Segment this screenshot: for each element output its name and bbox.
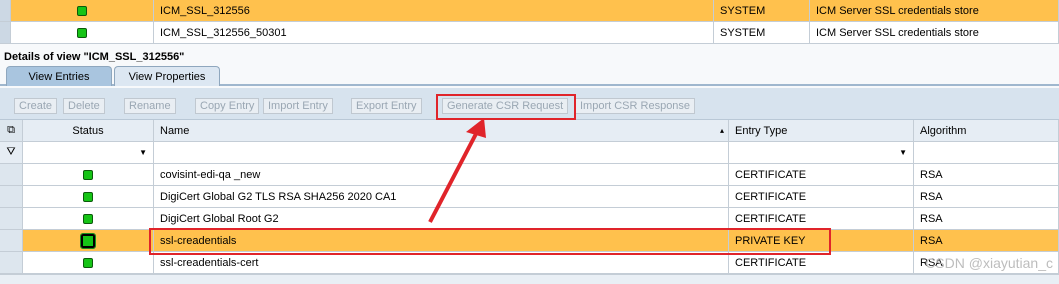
select-all-icon[interactable]: ⧉ xyxy=(0,120,23,142)
status-cell xyxy=(23,208,154,230)
copy-entry-button[interactable]: Copy Entry xyxy=(195,98,260,114)
filter-entry-type[interactable]: ▼ xyxy=(729,142,914,164)
status-green-icon xyxy=(77,5,87,16)
watermark: CSDN @xiayutian_c xyxy=(925,255,1053,271)
status-green-icon xyxy=(77,27,87,38)
store-name: ICM_SSL_312556_50301 xyxy=(154,22,714,44)
column-name-label: Name xyxy=(160,124,190,137)
status-green-icon xyxy=(83,257,93,268)
details-title: Details of view "ICM_SSL_312556" xyxy=(4,51,185,63)
tab-view-properties[interactable]: View Properties xyxy=(114,66,220,86)
store-source: SYSTEM xyxy=(714,22,810,44)
store-row[interactable]: ICM_SSL_312556 SYSTEM ICM Server SSL cre… xyxy=(0,0,1059,22)
table-row[interactable]: DigiCert Global Root G2 CERTIFICATE RSA xyxy=(0,208,1059,230)
sort-icon[interactable]: ▴ xyxy=(720,126,724,135)
entry-name: DigiCert Global G2 TLS RSA SHA256 2020 C… xyxy=(154,186,729,208)
status-green-icon xyxy=(83,191,93,202)
column-status[interactable]: Status xyxy=(23,120,154,142)
row-selector[interactable] xyxy=(0,164,23,186)
chevron-down-icon[interactable]: ▼ xyxy=(139,148,147,157)
export-entry-button[interactable]: Export Entry xyxy=(351,98,422,114)
status-green-icon xyxy=(80,232,96,249)
status-cell xyxy=(23,186,154,208)
entry-type: CERTIFICATE xyxy=(729,252,914,274)
status-cell xyxy=(11,22,154,44)
status-green-icon xyxy=(83,213,93,224)
column-entry-type[interactable]: Entry Type xyxy=(729,120,914,142)
entry-type: CERTIFICATE xyxy=(729,208,914,230)
entry-algorithm: RSA xyxy=(914,230,1059,252)
table-row[interactable]: ssl-creadentials-cert CERTIFICATE RSA xyxy=(0,252,1059,274)
entry-name: DigiCert Global Root G2 xyxy=(154,208,729,230)
row-selector[interactable] xyxy=(0,252,23,274)
status-green-icon xyxy=(83,169,93,180)
row-selector[interactable] xyxy=(0,208,23,230)
rename-button[interactable]: Rename xyxy=(124,98,176,114)
csr-button-highlight xyxy=(436,94,576,120)
grid-header: ⧉ Status Name ▴ Entry Type Algorithm xyxy=(0,120,1059,142)
entry-algorithm: RSA xyxy=(914,208,1059,230)
table-row[interactable]: covisint-edi-qa _new CERTIFICATE RSA xyxy=(0,164,1059,186)
tab-view-entries[interactable]: View Entries xyxy=(6,66,112,86)
column-name[interactable]: Name ▴ xyxy=(154,120,729,142)
column-algorithm[interactable]: Algorithm xyxy=(914,120,1059,142)
status-cell xyxy=(23,230,154,252)
filter-algorithm[interactable] xyxy=(914,142,1059,164)
entry-row-highlight xyxy=(149,228,831,255)
tab-strip: View Entries View Properties xyxy=(0,66,1059,86)
store-source: SYSTEM xyxy=(714,0,810,22)
entry-name: ssl-creadentials-cert xyxy=(154,252,729,274)
delete-button[interactable]: Delete xyxy=(63,98,105,114)
filter-name[interactable] xyxy=(154,142,729,164)
row-selector[interactable] xyxy=(0,230,23,252)
create-button[interactable]: Create xyxy=(14,98,58,114)
row-selector[interactable] xyxy=(0,0,11,22)
store-name: ICM_SSL_312556 xyxy=(154,0,714,22)
row-selector[interactable] xyxy=(0,22,11,44)
import-entry-button[interactable]: Import Entry xyxy=(263,98,333,114)
footer-strip xyxy=(0,274,1059,284)
entry-name: covisint-edi-qa _new xyxy=(154,164,729,186)
store-description: ICM Server SSL credentials store xyxy=(810,22,1059,44)
status-cell xyxy=(23,164,154,186)
entry-algorithm: RSA xyxy=(914,164,1059,186)
entry-algorithm: RSA xyxy=(914,186,1059,208)
chevron-down-icon[interactable]: ▼ xyxy=(899,148,907,157)
status-cell xyxy=(23,252,154,274)
filter-status[interactable]: ▼ xyxy=(23,142,154,164)
filter-icon[interactable]: ⛛ xyxy=(0,142,23,164)
table-row[interactable]: DigiCert Global G2 TLS RSA SHA256 2020 C… xyxy=(0,186,1059,208)
entry-type: CERTIFICATE xyxy=(729,186,914,208)
status-cell xyxy=(11,0,154,22)
filter-row: ⛛ ▼ ▼ xyxy=(0,142,1059,164)
import-csr-response-button[interactable]: Import CSR Response xyxy=(575,98,696,114)
store-row[interactable]: ICM_SSL_312556_50301 SYSTEM ICM Server S… xyxy=(0,22,1059,44)
entry-type: CERTIFICATE xyxy=(729,164,914,186)
row-selector[interactable] xyxy=(0,186,23,208)
store-description: ICM Server SSL credentials store xyxy=(810,0,1059,22)
